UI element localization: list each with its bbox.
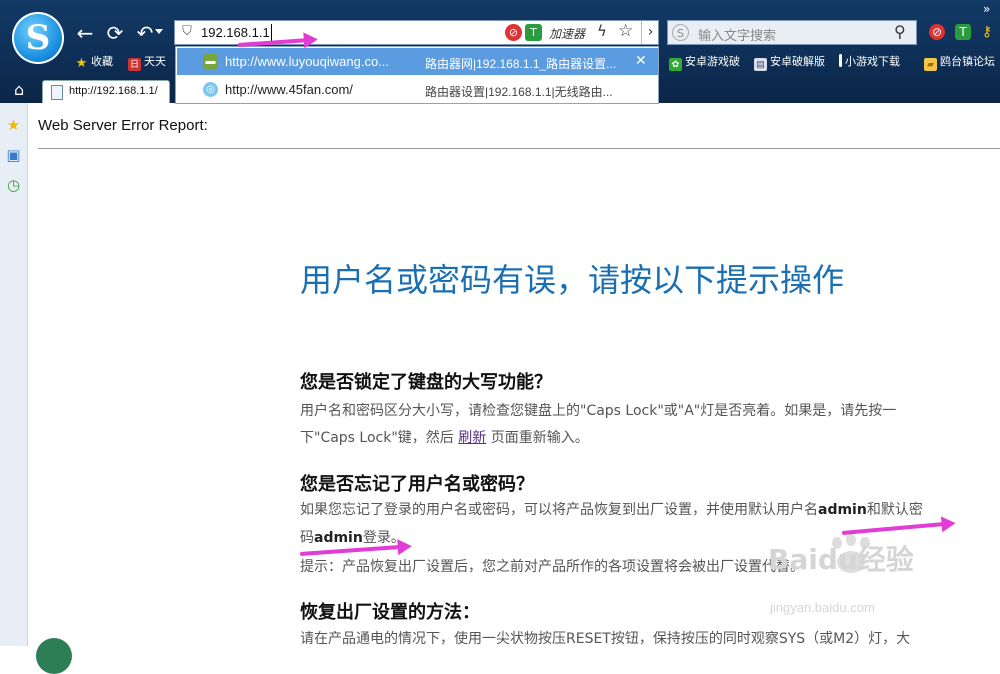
bookmark-label: 鸥台镇论坛 — [940, 56, 995, 68]
reader-icon[interactable]: ▣ — [5, 147, 22, 164]
bookmark-item[interactable]: ★ 收藏 — [75, 54, 113, 70]
leaf-icon: ✿ — [669, 58, 682, 71]
accelerator-button[interactable]: 加速器 — [549, 25, 585, 42]
globe-icon: ◎ — [203, 82, 218, 97]
search-box[interactable]: S 输入文字搜索 ⚲ — [667, 20, 917, 45]
page-icon — [51, 85, 63, 100]
report-title: Web Server Error Report: — [38, 117, 208, 134]
search-icon[interactable]: ⚲ — [894, 22, 906, 41]
annotation-arrow — [841, 522, 944, 535]
text-fragment: 下"Caps Lock"键，然后 — [300, 430, 459, 446]
guard-icon[interactable]: T — [955, 24, 971, 40]
refresh-link[interactable]: 刷新 — [458, 430, 486, 446]
section-text: 请在产品通电的情况下，使用一尖状物按压RESET按钮，保持按压的同时观察SYS（… — [300, 631, 911, 647]
suggestion-url: http://www.45fan.com/ — [225, 82, 353, 97]
tab-current[interactable]: http://192.168.1.1/ — [42, 80, 170, 103]
bookmark-item[interactable]: 日天天 — [128, 54, 166, 71]
section-heading-forgot: 您是否忘记了用户名或密码？ — [300, 474, 534, 495]
bookmark-label: 安卓破解版 — [770, 56, 825, 68]
tip-text: 提示：产品恢复出厂设置后，您之前对产品所作的各项设置将会被出厂设置代替。 — [300, 559, 804, 575]
search-input[interactable]: 输入文字搜索 — [698, 25, 776, 44]
security-icon[interactable]: T — [525, 24, 542, 41]
address-suggestions: ▬ http://www.luyouqiwang.co... 路由器网|192.… — [175, 46, 659, 104]
bookmark-item[interactable]: ▤ 安卓破解版 — [754, 54, 825, 71]
section-heading-reset: 恢复出厂设置的方法： — [300, 602, 480, 623]
watermark-brand: Baidu经验 — [768, 543, 914, 576]
history-clock-icon[interactable]: ◷ — [5, 177, 22, 194]
undo-close-button[interactable]: ↶ — [133, 21, 157, 45]
watermark-url: jingyan.baidu.com — [770, 600, 875, 615]
bookmark-item[interactable]: ✿ 安卓游戏破 — [669, 54, 740, 71]
calendar-icon: 日 — [128, 58, 141, 71]
status-badge-icon[interactable] — [36, 638, 72, 674]
bookmark-item[interactable]: ▰ 鸥台镇论坛 — [924, 54, 995, 71]
text-fragment: 如果您忘记了登录的用户名或密码，可以将产品恢复到出厂设置，并使用默认用户名 — [300, 502, 818, 518]
back-button[interactable]: ← — [73, 21, 97, 45]
bookmark-label: 小游戏下载 — [845, 56, 900, 68]
go-button[interactable]: › — [641, 21, 659, 44]
search-engine-icon[interactable]: S — [672, 24, 689, 41]
divider — [38, 148, 1000, 149]
favorite-star-icon[interactable]: ☆ — [618, 21, 633, 41]
suggestion-url: http://www.luyouqiwang.co... — [225, 54, 390, 69]
text-fragment: 和默认密 — [866, 502, 923, 518]
address-input[interactable]: 192.168.1.1 — [201, 24, 272, 41]
address-bar[interactable]: ⛉ 192.168.1.1 ⊘ T 加速器 ϟ ☆ › — [174, 20, 659, 45]
bookmark-label: 收藏 — [91, 56, 113, 68]
text-fragment: 码 — [300, 530, 314, 546]
default-password: admin — [314, 530, 363, 546]
bookmark-label: 安卓游戏破 — [685, 56, 740, 68]
adblock-icon[interactable]: ⊘ — [505, 24, 522, 41]
tab-label: http://192.168.1.1/ — [69, 85, 158, 97]
lightning-icon[interactable]: ϟ — [597, 22, 607, 40]
suggestion-desc: 路由器网|192.168.1.1_路由器设置... — [425, 57, 617, 71]
favorites-star-icon[interactable]: ★ — [5, 117, 22, 134]
refresh-button[interactable]: ⟳ — [103, 21, 127, 45]
shield-icon: ⛉ — [182, 24, 192, 39]
router-icon: ▬ — [203, 54, 218, 69]
block-icon[interactable]: ⊘ — [929, 24, 945, 40]
section-text: 下"Caps Lock"键，然后 刷新 页面重新输入。 — [300, 427, 589, 447]
section-text: 如果您忘记了登录的用户名或密码，可以将产品恢复到出厂设置，并使用默认用户名adm… — [300, 499, 923, 519]
folder-icon: ▰ — [924, 58, 937, 71]
bookmark-label: 天天 — [144, 56, 166, 68]
home-icon[interactable]: ⌂ — [14, 80, 24, 99]
suggestion-desc: 路由器设置|192.168.1.1|无线路由... — [425, 85, 613, 99]
bookmark-item[interactable]: 小游戏下载 — [839, 54, 900, 70]
browser-logo-icon[interactable]: S — [12, 12, 64, 64]
browser-logo-letter: S — [25, 18, 51, 58]
text-fragment: 页面重新输入。 — [486, 430, 589, 446]
page-icon: ▤ — [754, 58, 767, 71]
section-heading-capslock: 您是否锁定了键盘的大写功能？ — [300, 372, 552, 393]
default-username: admin — [818, 502, 867, 518]
more-chevron-icon[interactable]: » — [983, 2, 990, 16]
page-title: 用户名或密码有误，请按以下提示操作 — [300, 261, 845, 299]
key-icon[interactable]: ⚷ — [979, 24, 995, 40]
star-icon: ★ — [75, 55, 88, 70]
suggestion-item[interactable]: ▬ http://www.luyouqiwang.co... 路由器网|192.… — [177, 48, 658, 75]
suggestion-item[interactable]: ◎ http://www.45fan.com/ 路由器设置|192.168.1.… — [177, 76, 658, 103]
close-icon[interactable]: ✕ — [635, 52, 647, 69]
section-text: 码admin登录。 — [300, 527, 405, 547]
bar-icon — [839, 54, 842, 67]
undo-dropdown-icon[interactable] — [155, 29, 163, 34]
section-text: 用户名和密码区分大小写，请检查您键盘上的"Caps Lock"或"A"灯是否亮着… — [300, 403, 897, 419]
